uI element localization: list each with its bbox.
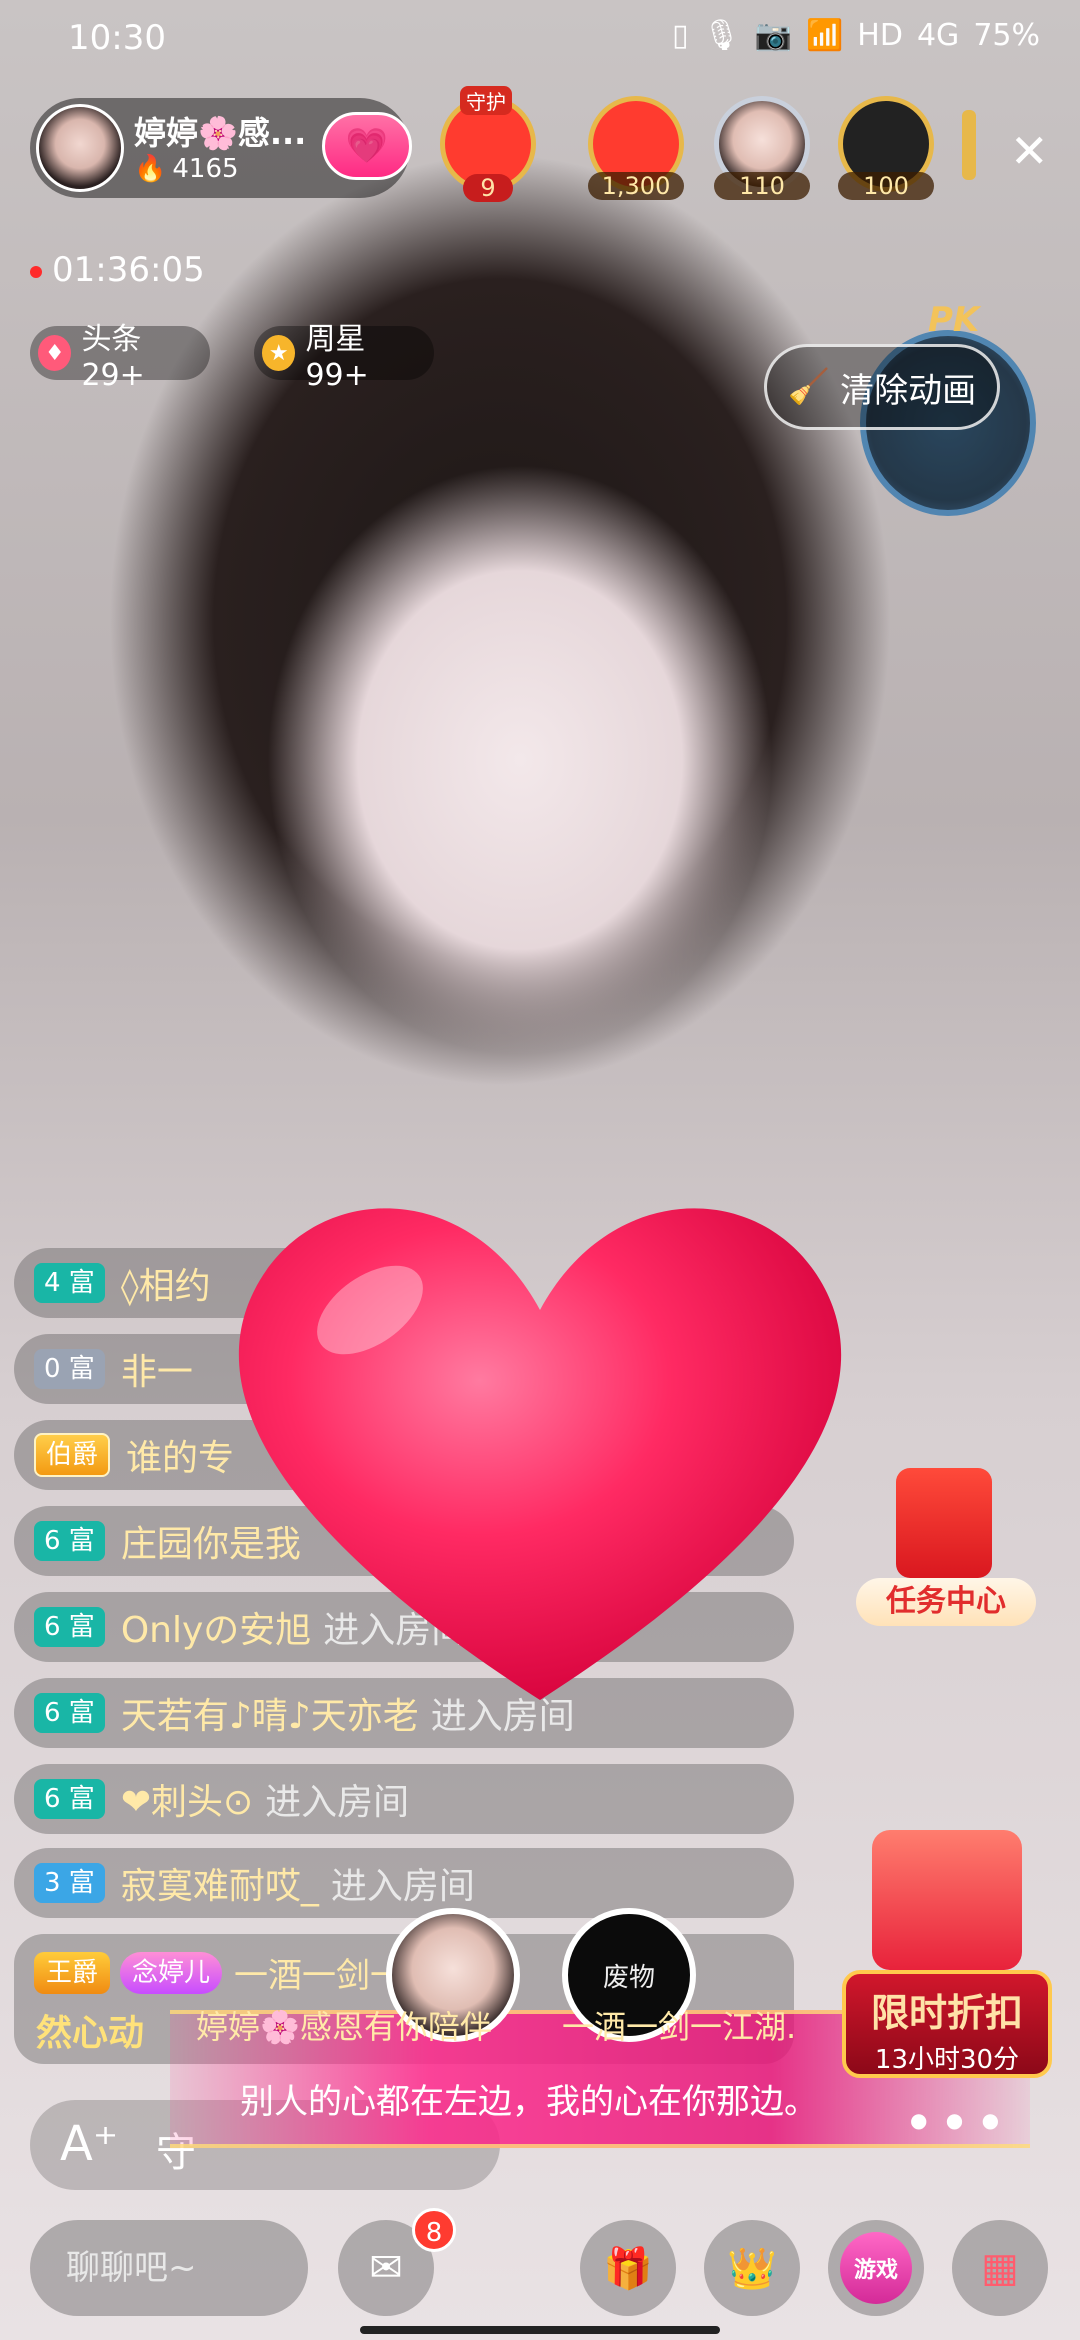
wifi-icon: 📶 <box>805 18 844 53</box>
level-badge: 0 富 <box>34 1349 105 1389</box>
viewer-1[interactable]: 1,300 <box>588 96 684 200</box>
viewer-more-edge[interactable] <box>962 110 976 180</box>
host-name: 婷婷🌸感... <box>134 114 307 152</box>
viewer-label: 9 <box>463 174 513 202</box>
flame-icon: ♦ <box>38 335 72 371</box>
viewer-label: 100 <box>838 172 934 200</box>
star-icon: ★ <box>262 335 296 371</box>
level-badge: 4 富 <box>34 1263 105 1303</box>
heart-wings-icon: 💗 <box>345 126 389 166</box>
weekstar-pill[interactable]: ★ 周星99+ <box>254 322 434 393</box>
headline-pill[interactable]: ♦ 头条29+ <box>30 322 210 393</box>
page-dots: ● ● ● <box>910 2108 1006 2132</box>
host-heat: 🔥 4165 <box>134 154 239 184</box>
status-time: 10:30 <box>68 18 166 58</box>
clear-animation-button[interactable]: 🧹 清除动画 <box>764 344 1000 430</box>
sale-title: 限时折扣 <box>870 1991 1023 2035</box>
vibrate-icon: ▯ <box>671 18 689 53</box>
task-center[interactable]: 任务中心 <box>856 1468 1036 1628</box>
viewer-label: 1,300 <box>588 172 684 200</box>
crown-icon: 👑 <box>727 2245 777 2292</box>
banner-message: 别人的心都在左边，我的心在你那边。 <box>240 2082 818 2122</box>
red-envelope-icon <box>896 1468 992 1578</box>
viewer-label: 110 <box>714 172 810 200</box>
camera-icon: 📷 <box>754 18 792 53</box>
weekstar-label: 周星99+ <box>305 321 369 393</box>
chat-input[interactable]: 聊聊吧~ <box>30 2220 308 2316</box>
home-indicator[interactable] <box>360 2326 720 2334</box>
chat-name: ❤刺头⊙ <box>120 1782 254 1823</box>
chat-message[interactable]: 6 富 ❤刺头⊙ 进入房间 <box>14 1764 794 1834</box>
viewer-guard[interactable]: 守护 9 <box>440 86 536 202</box>
mic-icon: 🎙 <box>702 18 741 53</box>
chat-name: 非一 <box>120 1352 193 1393</box>
crown-button[interactable]: 👑 <box>704 2220 800 2316</box>
clear-animation-label: 清除动画 <box>840 370 977 411</box>
guard-badge: 守护 <box>460 86 512 115</box>
gift-box-icon <box>872 1830 1022 1970</box>
viewer-2[interactable]: 110 <box>714 96 810 200</box>
status-icons: ▯ 🎙 📷 📶 HD 4G 75% <box>672 18 1040 53</box>
battery-label: 75% <box>973 18 1040 53</box>
gift-icon: 🎁 <box>603 2245 653 2292</box>
sale-label: 限时折扣 13小时30分 <box>842 1970 1052 2078</box>
level-badge: 6 富 <box>34 1607 105 1647</box>
status-bar: 10:30 ▯ 🎙 📷 📶 HD 4G 75% <box>0 0 1080 80</box>
live-timer-value: 01:36:05 <box>52 250 205 290</box>
enter-room-text: 进入房间 <box>330 1866 475 1907</box>
hd-label: HD <box>857 18 903 53</box>
earl-badge: 伯爵 <box>34 1433 111 1477</box>
banner-name-1: 婷婷🌸感恩有你陪伴 <box>196 2008 492 2046</box>
level-badge: 6 富 <box>34 1521 105 1561</box>
game-icon: 游戏 <box>840 2232 912 2304</box>
chat-name: ◊相约 <box>120 1266 211 1307</box>
sale-countdown: 13小时30分 <box>874 2045 1020 2075</box>
live-timer: 01:36:05 <box>30 250 205 290</box>
broom-icon: 🧹 <box>787 367 831 407</box>
level-badge: 6 富 <box>34 1779 105 1819</box>
more-button[interactable]: ▦ <box>952 2220 1048 2316</box>
banner-name-2: 一酒一剑一江湖. <box>562 2008 797 2046</box>
apps-grid-icon: ▦ <box>981 2245 1019 2291</box>
level-badge: 6 富 <box>34 1693 105 1733</box>
heart-animation <box>238 1208 842 1700</box>
close-icon[interactable]: ✕ <box>1010 124 1049 178</box>
level-badge: 3 富 <box>34 1863 105 1903</box>
live-dot-icon <box>30 265 42 278</box>
fire-icon: 🔥 <box>134 154 167 184</box>
headline-label: 头条29+ <box>81 321 145 393</box>
chat-message[interactable]: 3 富 寂寞难耐哎_ 进入房间 <box>14 1848 794 1918</box>
mail-icon: ✉ <box>369 2245 403 2291</box>
mail-count-badge: 8 <box>412 2208 456 2252</box>
pk-label: PK <box>928 300 980 340</box>
chat-name: 寂寞难耐哎_ <box>120 1866 319 1907</box>
heat-value: 4165 <box>172 154 239 184</box>
host-avatar[interactable] <box>36 104 124 192</box>
network-label: 4G <box>916 18 960 53</box>
limited-sale[interactable]: 限时折扣 13小时30分 <box>842 1830 1052 2080</box>
game-button[interactable]: 游戏 <box>828 2220 924 2316</box>
viewer-3[interactable]: 100 <box>838 96 934 200</box>
task-center-label: 任务中心 <box>856 1578 1036 1626</box>
enter-room-text: 进入房间 <box>265 1782 410 1823</box>
follow-button[interactable]: 💗 <box>322 112 412 180</box>
gift-button[interactable]: 🎁 <box>580 2220 676 2316</box>
